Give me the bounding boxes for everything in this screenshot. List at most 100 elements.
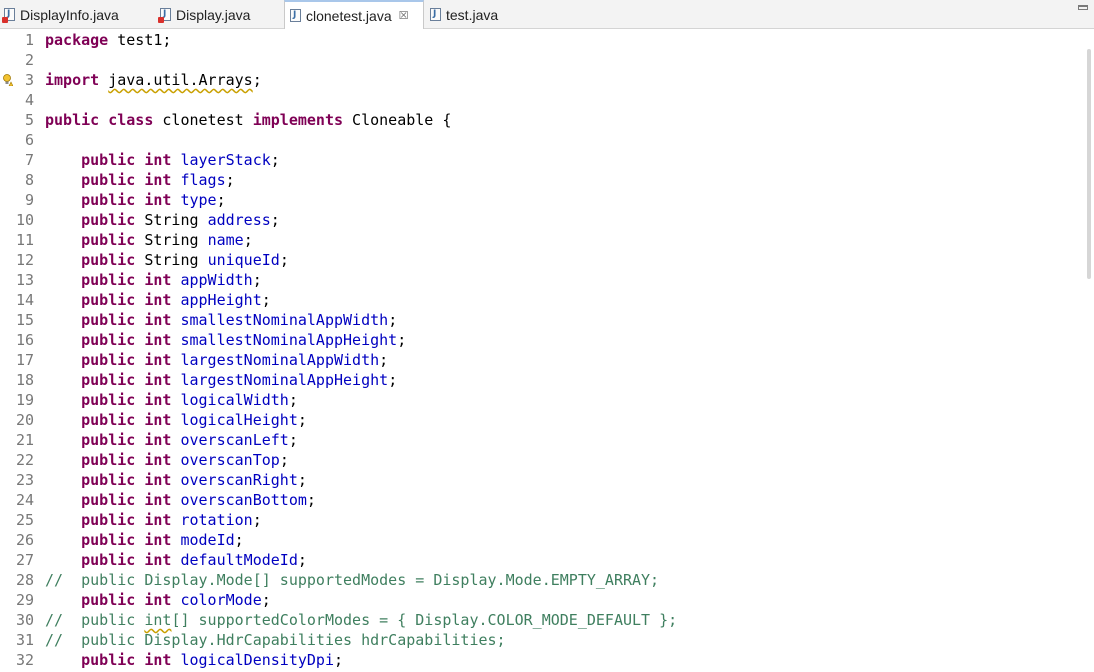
code-token: name — [207, 231, 244, 249]
line-number: 4 — [24, 91, 34, 109]
line-code: // public int[] supportedColorModes = { … — [45, 610, 677, 630]
code-token: type — [180, 191, 217, 209]
code-token: rotation — [180, 511, 253, 529]
code-token: ; — [297, 471, 307, 489]
tab-label: Display.java — [176, 6, 251, 23]
code-token: public — [81, 331, 136, 349]
code-token: ; — [279, 251, 289, 269]
code-token: int — [144, 611, 172, 629]
code-token: public — [81, 231, 136, 249]
scrollbar-thumb[interactable] — [1087, 49, 1091, 279]
code-token: int — [144, 411, 172, 429]
tab-display-java[interactable]: J Display.java — [158, 0, 282, 29]
line-code: public int smallestNominalAppHeight; — [45, 330, 406, 350]
code-token: public — [81, 451, 136, 469]
code-token: ; — [216, 191, 226, 209]
line-number: 16 — [15, 331, 34, 349]
code-token: public — [45, 111, 100, 129]
code-token: logicalDensityDpi — [180, 651, 334, 669]
code-token: int — [144, 271, 172, 289]
close-icon[interactable]: ☒ — [399, 9, 409, 22]
code-token: int — [144, 651, 172, 669]
code-token: ; — [252, 271, 262, 289]
code-token: public — [81, 491, 136, 509]
java-file-icon: J — [290, 9, 301, 22]
code-token: ; — [243, 231, 253, 249]
code-token: [] supportedColorModes = { Display.COLOR… — [171, 611, 678, 629]
line-number: 11 — [15, 231, 34, 249]
code-token: public — [81, 551, 136, 569]
java-file-icon: J — [430, 8, 441, 21]
tab-displayinfo-java[interactable]: J DisplayInfo.java — [2, 0, 156, 29]
code-token: public — [81, 391, 136, 409]
code-token: public — [81, 351, 136, 369]
code-token: int — [144, 511, 172, 529]
code-token: // public Display.Mode[] supportedModes … — [45, 571, 660, 589]
minimize-icon[interactable] — [1078, 5, 1088, 10]
code-token: overscanTop — [180, 451, 280, 469]
line-number: 23 — [15, 471, 34, 489]
code-token: largestNominalAppHeight — [180, 371, 389, 389]
line-number: 10 — [15, 211, 34, 229]
line-number: 18 — [15, 371, 34, 389]
code-token: import — [45, 71, 100, 89]
code-token: public — [81, 591, 136, 609]
code-token: int — [144, 311, 172, 329]
line-number: 27 — [15, 551, 34, 569]
code-token: ; — [288, 391, 298, 409]
tab-test-java[interactable]: J test.java — [430, 0, 520, 29]
line-number: 26 — [15, 531, 34, 549]
line-number: 1 — [24, 31, 34, 49]
code-token: colorMode — [180, 591, 262, 609]
code-token: int — [144, 451, 172, 469]
code-token: ; — [225, 171, 235, 189]
code-token: appHeight — [180, 291, 262, 309]
code-token: public — [81, 371, 136, 389]
code-token: package — [45, 31, 109, 49]
code-token: ; — [252, 511, 262, 529]
line-number: 5 — [24, 111, 34, 129]
vertical-scrollbar[interactable] — [1082, 29, 1094, 672]
code-token: uniqueId — [207, 251, 280, 269]
line-number: 30 — [15, 611, 34, 629]
line-code: public int rotation; — [45, 510, 262, 530]
code-token: int — [144, 171, 172, 189]
code-token: defaultModeId — [180, 551, 298, 569]
code-token: int — [144, 431, 172, 449]
line-number: 19 — [15, 391, 34, 409]
code-token: ; — [234, 531, 244, 549]
code-token: int — [144, 351, 172, 369]
line-number: 17 — [15, 351, 34, 369]
tab-clonetest-java[interactable]: J clonetest.java ☒ — [284, 0, 424, 29]
line-code: public int type; — [45, 190, 226, 210]
line-code: public int smallestNominalAppWidth; — [45, 310, 397, 330]
code-editor[interactable]: 1 package test1; 2 3 import java.util.Arrays… — [0, 29, 1094, 672]
line-code: public int logicalWidth; — [45, 390, 298, 410]
code-token: String — [135, 211, 208, 229]
line-code: package test1; — [45, 30, 171, 50]
line-code: public int colorMode; — [45, 590, 271, 610]
line-number: 6 — [24, 131, 34, 149]
line-number: 14 — [15, 291, 34, 309]
code-token: int — [144, 191, 172, 209]
code-token: public — [81, 291, 136, 309]
code-token: int — [144, 291, 172, 309]
line-code: public class clonetest implements Clonea… — [45, 110, 451, 130]
code-token: ; — [279, 451, 289, 469]
